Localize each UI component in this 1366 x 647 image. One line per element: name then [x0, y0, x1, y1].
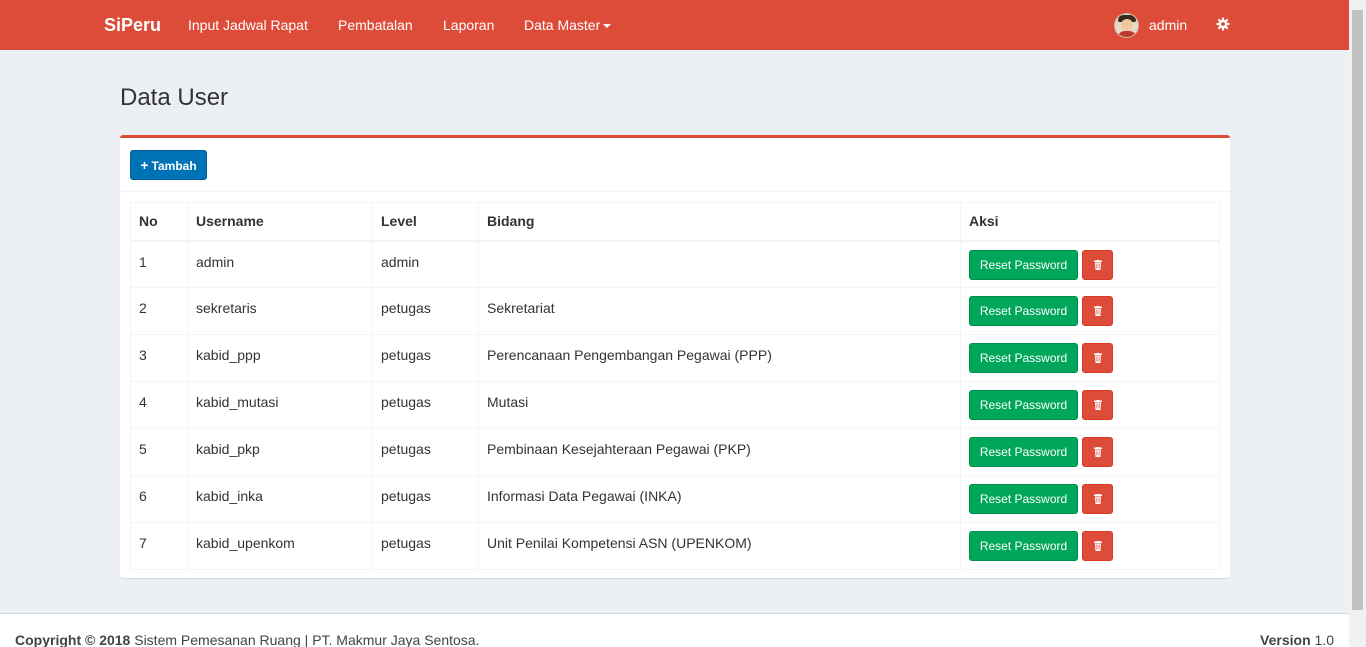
row-level: petugas	[372, 287, 479, 335]
row-bidang: Pembinaan Kesejahteraan Pegawai (PKP)	[478, 428, 961, 476]
trash-icon	[1094, 447, 1102, 457]
table-row: 7 kabid_upenkom petugas Unit Penilai Kompet…	[130, 522, 1220, 570]
trash-icon	[1094, 259, 1102, 270]
header-aksi: Aksi	[960, 202, 1220, 242]
row-bidang: Mutasi	[478, 381, 961, 429]
row-level: petugas	[372, 334, 479, 382]
row-level: petugas	[372, 381, 479, 429]
delete-button[interactable]	[1082, 484, 1113, 514]
row-no: 5	[130, 428, 188, 476]
row-username: kabid_pkp	[187, 428, 373, 476]
row-level: petugas	[372, 522, 479, 570]
table-row: 5 kabid_pkp petugas Pembinaan Kesejahteraan…	[130, 428, 1220, 476]
delete-button[interactable]	[1082, 343, 1113, 373]
table-row: 4 kabid_mutasi petugas Mutasi Reset Password	[130, 381, 1220, 429]
header-username: Username	[187, 202, 373, 242]
reset-password-button[interactable]: Reset Password	[969, 343, 1078, 373]
row-username: admin	[187, 240, 373, 288]
row-aksi: Reset Password	[960, 381, 1220, 429]
delete-button[interactable]	[1082, 296, 1113, 326]
delete-button[interactable]	[1082, 390, 1113, 420]
version-label: Version	[1260, 632, 1311, 647]
add-button-label: Tambah	[151, 159, 197, 173]
reset-password-button[interactable]: Reset Password	[969, 390, 1078, 420]
row-no: 3	[130, 334, 188, 382]
vertical-scrollbar[interactable]	[1349, 0, 1366, 647]
top-navbar: SiPeru Input Jadwal Rapat Pembatalan Lap…	[0, 0, 1349, 50]
table-row: 2 sekretaris petugas Sekretariat Reset Passw…	[130, 287, 1220, 335]
row-aksi: Reset Password	[960, 522, 1220, 570]
table-row: 3 kabid_ppp petugas Perencanaan Pengembanga…	[130, 334, 1220, 382]
row-username: kabid_inka	[187, 475, 373, 523]
trash-icon	[1094, 306, 1102, 316]
version-value: 1.0	[1314, 632, 1334, 647]
reset-password-button[interactable]: Reset Password	[969, 484, 1078, 514]
header-no: No	[130, 202, 188, 242]
plus-icon: +	[140, 157, 149, 173]
box-header: + Tambah	[120, 138, 1230, 192]
user-avatar[interactable]	[1114, 13, 1139, 38]
delete-button[interactable]	[1082, 437, 1113, 467]
add-button[interactable]: + Tambah	[130, 150, 207, 180]
row-aksi: Reset Password	[960, 475, 1220, 523]
trash-icon	[1094, 353, 1102, 363]
header-level: Level	[372, 202, 479, 242]
copyright-detail: Sistem Pemesanan Ruang | PT. Makmur Jaya…	[134, 632, 480, 647]
caret-down-icon	[603, 24, 612, 29]
reset-password-button[interactable]: Reset Password	[969, 531, 1078, 561]
reset-password-button[interactable]: Reset Password	[969, 437, 1078, 467]
row-level: admin	[372, 240, 479, 288]
row-level: petugas	[372, 428, 479, 476]
delete-button[interactable]	[1082, 249, 1113, 280]
copyright-text: Copyright © 2018 Sistem Pemesanan Ruang …	[15, 632, 479, 647]
row-username: sekretaris	[187, 287, 373, 335]
brand-logo[interactable]: SiPeru	[104, 15, 161, 36]
row-no: 2	[130, 287, 188, 335]
row-bidang: Perencanaan Pengembangan Pegawai (PPP)	[478, 334, 961, 382]
nav-input-jadwal-rapat[interactable]: Input Jadwal Rapat	[188, 17, 308, 33]
row-aksi: Reset Password	[960, 240, 1220, 288]
row-no: 7	[130, 522, 188, 570]
gear-icon[interactable]	[1216, 17, 1230, 31]
table-header-row: No Username Level Bidang Aksi	[130, 202, 1220, 242]
footer: Copyright © 2018 Sistem Pemesanan Ruang …	[0, 613, 1349, 647]
user-table-box: + Tambah No Username Level Bidang Aksi 1a…	[120, 135, 1230, 578]
row-username: kabid_mutasi	[187, 381, 373, 429]
trash-icon	[1094, 400, 1102, 410]
row-bidang: Informasi Data Pegawai (INKA)	[478, 475, 961, 523]
nav-data-master[interactable]: Data Master	[524, 17, 612, 33]
nav-data-master-label: Data Master	[524, 17, 601, 33]
table-row: 1 admin admin Reset Password	[130, 240, 1220, 288]
header-bidang: Bidang	[478, 202, 961, 242]
row-aksi: Reset Password	[960, 287, 1220, 335]
row-no: 1	[130, 240, 188, 288]
trash-icon	[1094, 494, 1102, 504]
row-bidang: Unit Penilai Kompetensi ASN (UPENKOM)	[478, 522, 961, 570]
row-aksi: Reset Password	[960, 334, 1220, 382]
user-name[interactable]: admin	[1149, 17, 1187, 33]
table-row: 6 kabid_inka petugas Informasi Data Pegawai…	[130, 475, 1220, 523]
nav-laporan[interactable]: Laporan	[443, 17, 494, 33]
reset-password-button[interactable]: Reset Password	[969, 296, 1078, 326]
version-text: Version 1.0	[1260, 632, 1334, 647]
row-no: 6	[130, 475, 188, 523]
nav-pembatalan[interactable]: Pembatalan	[338, 17, 413, 33]
scrollbar-thumb[interactable]	[1352, 10, 1363, 610]
row-no: 4	[130, 381, 188, 429]
row-level: petugas	[372, 475, 479, 523]
copyright-bold: Copyright © 2018	[15, 632, 131, 647]
row-bidang	[478, 240, 961, 288]
row-username: kabid_ppp	[187, 334, 373, 382]
trash-icon	[1094, 541, 1102, 551]
row-bidang: Sekretariat	[478, 287, 961, 335]
delete-button[interactable]	[1082, 531, 1113, 561]
page-title: Data User	[120, 84, 229, 111]
reset-password-button[interactable]: Reset Password	[969, 249, 1078, 280]
row-aksi: Reset Password	[960, 428, 1220, 476]
user-table: No Username Level Bidang Aksi 1 admin admi…	[130, 202, 1220, 570]
row-username: kabid_upenkom	[187, 522, 373, 570]
